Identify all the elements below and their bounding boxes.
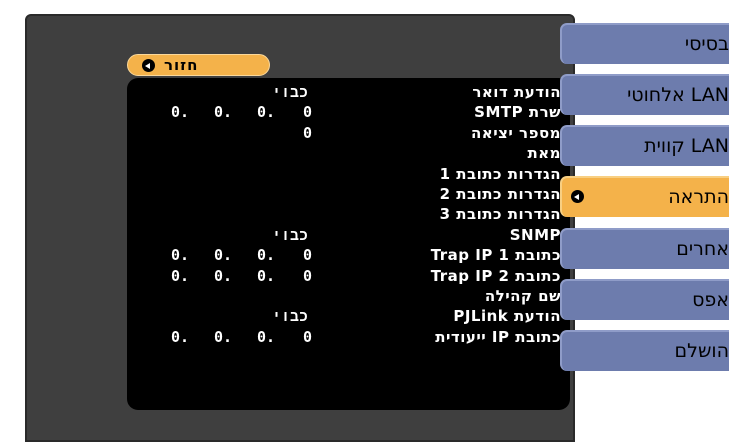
ip-octet: 0.	[214, 327, 233, 346]
setting-row[interactable]: מספר יציאה 0	[127, 123, 570, 143]
setting-label: שרת SMTP	[474, 103, 561, 122]
sidebar-item-label: LAN אלחוטי	[627, 84, 729, 106]
setting-label: הודעת דואר	[472, 83, 561, 101]
setting-label: הגדרות כתובת 3	[439, 205, 561, 224]
setting-row[interactable]: הגדרות כתובת 1	[127, 164, 570, 184]
sidebar-item-basic[interactable]: בסיסי	[560, 23, 729, 64]
setting-row[interactable]: הגדרות כתובת 3	[127, 204, 570, 224]
setting-label: הודעת PJLink	[453, 307, 561, 326]
sidebar-item-label: הושלם	[674, 340, 729, 362]
sidebar-item-label: אחרים	[676, 238, 729, 260]
sidebar-item-label: התראה	[668, 186, 729, 208]
ip-octet: 0	[303, 246, 313, 265]
sidebar-item-complete[interactable]: הושלם	[560, 330, 729, 371]
setting-label: הגדרות כתובת 1	[439, 164, 561, 183]
setting-label: כתובת Trap IP 1	[430, 246, 561, 265]
setting-label: SNMP	[509, 225, 561, 244]
sidebar-item-label: בסיסי	[684, 33, 729, 55]
ip-octet: 0.	[214, 246, 233, 265]
setting-label: שם קהילה	[484, 287, 561, 305]
ip-octet: 0.	[257, 266, 276, 285]
enter-icon	[142, 59, 155, 72]
setting-label: כתובת Trap IP 2	[430, 266, 561, 285]
ip-octet: 0.	[214, 103, 233, 122]
setting-value: כבוי	[272, 83, 309, 101]
back-button[interactable]: חזור	[127, 54, 270, 76]
sidebar-item-reset[interactable]: אפס	[560, 279, 729, 320]
setting-label: מספר יציאה	[470, 123, 561, 142]
setting-row[interactable]: כתובת Trap IP 1 0. 0. 0. 0	[127, 245, 570, 265]
setting-row[interactable]: שם קהילה	[127, 286, 570, 306]
setting-value: 0	[303, 123, 313, 142]
sidebar-item-notification[interactable]: התראה	[560, 176, 729, 217]
ip-octet: 0.	[257, 103, 276, 122]
setting-label: מאת	[527, 144, 561, 163]
sidebar-item-others[interactable]: אחרים	[560, 228, 729, 269]
setting-label: הגדרות כתובת 2	[439, 185, 561, 203]
ip-octet: 0.	[171, 246, 190, 265]
sidebar-item-wireless-lan[interactable]: LAN אלחוטי	[560, 74, 729, 115]
sidebar-item-wired-lan[interactable]: LAN קווית	[560, 125, 729, 166]
back-label: חזור	[164, 56, 199, 74]
ip-octet: 0.	[171, 327, 190, 346]
ip-octet: 0.	[171, 103, 190, 122]
enter-icon	[571, 190, 584, 203]
settings-list: הודעת דואר כבוי שרת SMTP 0. 0. 0. 0 מספר יציאה 0…	[127, 78, 570, 410]
settings-panel: חזור הודעת דואר כבוי שרת SMTP 0. 0. 0. 0 מספר י…	[25, 14, 575, 442]
setting-row[interactable]: הודעת דואר כבוי	[127, 82, 570, 102]
sidebar-item-label: אפס	[692, 289, 729, 311]
setting-row[interactable]: SNMP כבוי	[127, 225, 570, 245]
setting-row[interactable]: מאת	[127, 143, 570, 163]
setting-row[interactable]: כתובת IP ייעודית 0. 0. 0. 0	[127, 327, 570, 347]
ip-octet: 0.	[171, 266, 190, 285]
setting-row[interactable]: שרת SMTP 0. 0. 0. 0	[127, 102, 570, 122]
ip-octet: 0.	[257, 246, 276, 265]
setting-row[interactable]: כתובת Trap IP 2 0. 0. 0. 0	[127, 266, 570, 286]
ip-octet: 0	[303, 266, 313, 285]
setting-value: כבוי	[272, 225, 309, 244]
ip-octet: 0	[303, 103, 313, 122]
setting-value: כבוי	[272, 307, 309, 326]
ip-octet: 0.	[214, 266, 233, 285]
setting-row[interactable]: הגדרות כתובת 2	[127, 184, 570, 204]
sidebar-item-label: LAN קווית	[644, 135, 729, 157]
setting-label: כתובת IP ייעודית	[435, 327, 561, 346]
ip-octet: 0.	[257, 327, 276, 346]
setting-row[interactable]: הודעת PJLink כבוי	[127, 306, 570, 326]
ip-octet: 0	[303, 327, 313, 346]
